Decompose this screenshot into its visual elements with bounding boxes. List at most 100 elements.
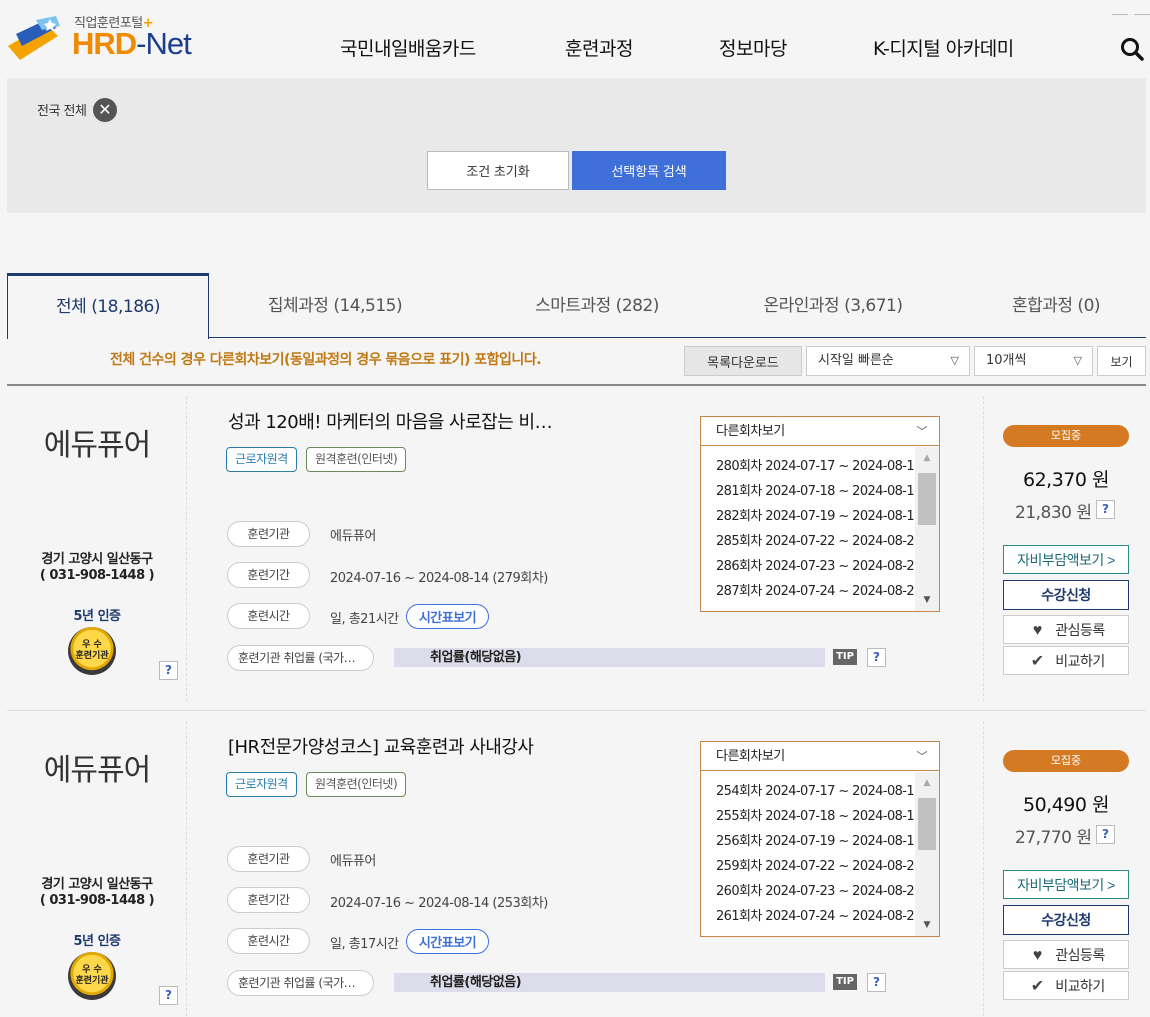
- wishlist-button[interactable]: ♥ 관심등록: [1003, 940, 1129, 969]
- certification-help-button[interactable]: ?: [159, 986, 178, 1005]
- employment-help-button[interactable]: ?: [867, 648, 886, 667]
- course-type-tabs: 전체 (18,186) 집체과정 (14,515) 스마트과정 (282) 온라…: [7, 273, 1146, 339]
- course-price: 50,490 원: [1022, 794, 1110, 816]
- page-size-select[interactable]: 10개씩 ▽: [974, 346, 1093, 376]
- tag-worker-remote: 근로자원격: [226, 447, 297, 472]
- chevron-down-icon: ▽: [1073, 354, 1082, 367]
- session-scrollbar[interactable]: ▲ ▼: [915, 447, 939, 611]
- heart-icon: ♥: [1032, 621, 1043, 639]
- session-item[interactable]: 254회차 2024-07-17 ~ 2024-08-15: [716, 783, 922, 808]
- page-size-value: 10개씩: [986, 353, 1027, 368]
- search-selected-button[interactable]: 선택항목 검색: [572, 151, 726, 190]
- tab-online[interactable]: 온라인과정 (3,671): [733, 273, 933, 338]
- employment-rate-bar: 취업률(해당없음): [394, 648, 825, 667]
- timetable-button[interactable]: 시간표보기: [406, 604, 489, 629]
- sort-select[interactable]: 시작일 빠른순 ▽: [806, 346, 970, 376]
- self-pay-view-button[interactable]: 자비부담액보기 >: [1003, 870, 1129, 899]
- employment-help-button[interactable]: ?: [867, 973, 886, 992]
- cert-years: 5년: [73, 934, 95, 949]
- institution-name[interactable]: 에듀퓨어: [7, 420, 187, 464]
- remove-region-close-icon[interactable]: ✕: [93, 98, 117, 122]
- compare-button[interactable]: ✔ 비교하기: [1003, 646, 1129, 675]
- course-card: 에듀퓨어 경기 고양시 일산동구( 031-908-1448 ) 5년 인증 우…: [7, 711, 1146, 1017]
- course-title[interactable]: [HR전문가양성코스] 교육훈련과 사내강사: [228, 733, 534, 759]
- session-item[interactable]: 281회차 2024-07-18 ~ 2024-08-16: [716, 483, 922, 508]
- scroll-down-icon[interactable]: ▼: [915, 918, 939, 932]
- session-item[interactable]: 286회차 2024-07-23 ~ 2024-08-21: [716, 558, 922, 583]
- tab-all[interactable]: 전체 (18,186): [7, 273, 209, 339]
- timetable-button[interactable]: 시간표보기: [406, 929, 489, 954]
- tip-badge[interactable]: TIP: [833, 974, 857, 990]
- period-value: 2024-07-16 ~ 2024-08-14 (279회차): [330, 571, 548, 586]
- label-institution: 훈련기관: [227, 846, 310, 872]
- chevron-down-icon: ▽: [950, 354, 959, 367]
- session-item[interactable]: 260회차 2024-07-23 ~ 2024-08-21: [716, 883, 922, 908]
- scroll-up-icon[interactable]: ▲: [915, 776, 939, 790]
- scroll-up-icon[interactable]: ▲: [915, 451, 939, 465]
- check-icon: ✔: [1030, 977, 1044, 995]
- scroll-thumb[interactable]: [918, 473, 936, 525]
- status-badge: 모집중: [1003, 750, 1129, 772]
- tab-blended[interactable]: 혼합과정 (0): [961, 273, 1150, 338]
- phone-text: ( 031-908-1448 ): [39, 568, 155, 583]
- compare-button[interactable]: ✔ 비교하기: [1003, 971, 1129, 1000]
- session-item[interactable]: 259회차 2024-07-22 ~ 2024-08-20: [716, 858, 922, 883]
- nav-training-courses[interactable]: 훈련과정: [565, 34, 633, 61]
- phone-text: ( 031-908-1448 ): [39, 893, 155, 908]
- session-item[interactable]: 255회차 2024-07-18 ~ 2024-08-16: [716, 808, 922, 833]
- excellent-institution-badge-icon: 우 수 훈련기관: [68, 952, 116, 1000]
- session-item[interactable]: 280회차 2024-07-17 ~ 2024-08-15: [716, 458, 922, 483]
- minimize-icon[interactable]: [1112, 11, 1128, 15]
- other-sessions-label: 다른회차보기: [716, 424, 785, 439]
- nav-info[interactable]: 정보마당: [719, 34, 787, 61]
- tag-worker-remote: 근로자원격: [226, 772, 297, 797]
- session-item[interactable]: 261회차 2024-07-24 ~ 2024-08-22: [716, 908, 922, 933]
- other-sessions-toggle[interactable]: 다른회차보기 ﹀: [701, 742, 939, 771]
- compare-label: 비교하기: [1055, 977, 1105, 994]
- session-item[interactable]: 282회차 2024-07-19 ~ 2024-08-17: [716, 508, 922, 533]
- session-item[interactable]: 287회차 2024-07-24 ~ 2024-08-22: [716, 583, 922, 608]
- time-value: 일, 총17시간: [330, 937, 399, 952]
- window-controls: [1106, 0, 1150, 19]
- label-institution: 훈련기관: [227, 521, 310, 547]
- session-scrollbar[interactable]: ▲ ▼: [915, 772, 939, 936]
- label-period: 훈련기간: [227, 887, 310, 913]
- maximize-icon[interactable]: [1134, 11, 1150, 15]
- tab-classroom[interactable]: 집체과정 (14,515): [235, 273, 435, 338]
- certification-help-button[interactable]: ?: [159, 661, 178, 680]
- label-time: 훈련시간: [227, 928, 310, 954]
- tab-smart[interactable]: 스마트과정 (282): [497, 273, 697, 338]
- reset-conditions-button[interactable]: 조건 초기화: [427, 151, 569, 190]
- wishlist-button[interactable]: ♥ 관심등록: [1003, 615, 1129, 644]
- nav-national-card[interactable]: 국민내일배움카드: [340, 34, 476, 61]
- tip-badge[interactable]: TIP: [833, 649, 857, 665]
- scroll-down-icon[interactable]: ▼: [915, 593, 939, 607]
- apply-button[interactable]: 수강신청: [1003, 580, 1129, 610]
- employment-rate-bar: 취업률(해당없음): [394, 973, 825, 992]
- certification-label: 5년 인증: [57, 605, 137, 624]
- other-sessions-toggle[interactable]: 다른회차보기 ﹀: [701, 417, 939, 446]
- institution-name[interactable]: 에듀퓨어: [7, 745, 187, 789]
- apply-button[interactable]: 수강신청: [1003, 905, 1129, 935]
- session-list: 254회차 2024-07-17 ~ 2024-08-15 255회차 2024…: [701, 772, 922, 933]
- wishlist-label: 관심등록: [1055, 621, 1105, 638]
- view-button[interactable]: 보기: [1097, 346, 1146, 376]
- badge-line2: 훈련기관: [75, 976, 109, 986]
- time-value: 일, 총21시간: [330, 612, 399, 627]
- badge-line2: 훈련기관: [75, 651, 109, 661]
- hrd-net-logo[interactable]: 직업훈련포털+ HRD-Net: [6, 12, 206, 62]
- scroll-thumb[interactable]: [918, 798, 936, 850]
- download-list-button[interactable]: 목록다운로드: [684, 346, 802, 376]
- session-item[interactable]: 285회차 2024-07-22 ~ 2024-08-20: [716, 533, 922, 558]
- price-help-button[interactable]: ?: [1096, 500, 1115, 519]
- badge-line1: 우 수: [82, 640, 102, 650]
- course-title[interactable]: 성과 120배! 마케터의 마음을 사로잡는 비…: [228, 408, 553, 434]
- session-item[interactable]: 256회차 2024-07-19 ~ 2024-08-17: [716, 833, 922, 858]
- nav-k-digital-academy[interactable]: K-디지털 아카데미: [873, 34, 1014, 61]
- price-help-button[interactable]: ?: [1096, 825, 1115, 844]
- period-value: 2024-07-16 ~ 2024-08-14 (253회차): [330, 896, 548, 911]
- self-pay-view-button[interactable]: 자비부담액보기 >: [1003, 545, 1129, 574]
- status-badge: 모집중: [1003, 425, 1129, 447]
- cert-suffix: 인증: [97, 609, 121, 624]
- search-icon[interactable]: [1119, 36, 1145, 62]
